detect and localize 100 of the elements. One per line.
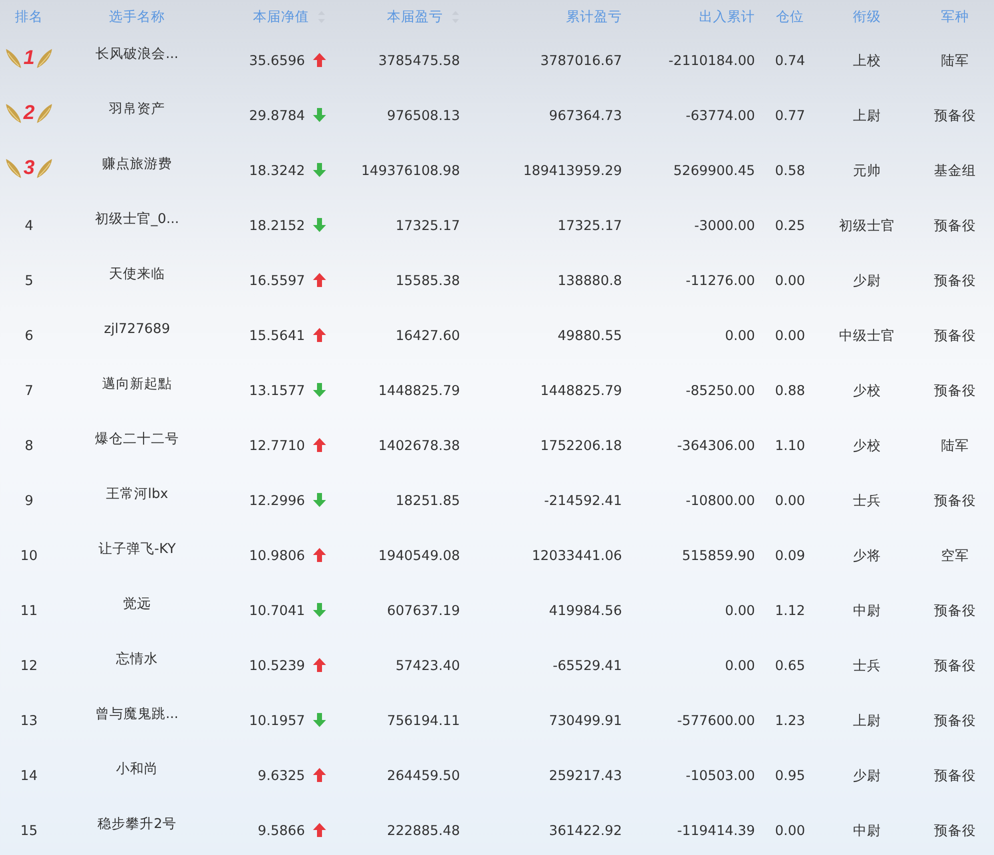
rank-number: 11 <box>20 603 38 620</box>
net-value-header[interactable]: 本届净值 <box>253 8 309 25</box>
position-value: 0.00 <box>774 328 806 344</box>
profit-value: 57423.40 <box>396 658 460 674</box>
rank-number: 2 <box>23 103 35 124</box>
net-value: 16.5597 <box>249 273 305 290</box>
player-name: 爆仓二十二号 <box>95 431 179 448</box>
position-value: 0.00 <box>774 823 806 840</box>
flow-value: 0.00 <box>724 603 755 620</box>
rank-title: 少尉 <box>853 273 881 290</box>
rank-number: 13 <box>20 713 38 730</box>
rank-title: 少校 <box>853 438 881 454</box>
total-profit-value: 419984.56 <box>548 603 622 620</box>
rank-number: 6 <box>24 328 34 344</box>
player-name: 初级士官_0... <box>94 211 180 228</box>
total-profit-value: 967364.73 <box>548 108 622 124</box>
position-value: 0.58 <box>774 163 806 180</box>
total-profit-value: 1752206.18 <box>540 438 622 454</box>
rank-title: 上尉 <box>853 713 881 730</box>
branch-name: 预备役 <box>934 383 976 400</box>
total-profit-header: 累计盈亏 <box>566 8 622 25</box>
flow-value: 0.00 <box>724 328 755 344</box>
total-profit-value: 49880.55 <box>558 328 622 344</box>
position-value: 0.00 <box>774 493 806 510</box>
rank-number: 4 <box>24 218 34 234</box>
rank-title: 上校 <box>853 53 881 70</box>
player-name: 曾与魔鬼跳... <box>96 706 178 722</box>
net-value: 13.1577 <box>249 383 305 400</box>
player-name: 觉远 <box>123 596 151 612</box>
position-value: 0.74 <box>774 53 806 70</box>
profit-value: 1940549.08 <box>378 548 460 564</box>
total-profit-value: 3787016.67 <box>540 53 622 70</box>
player-name: zjl727689 <box>104 321 170 338</box>
rank-number: 8 <box>24 438 34 454</box>
position-value: 0.09 <box>774 548 806 564</box>
profit-value: 1448825.79 <box>378 383 460 400</box>
profit-value: 976508.13 <box>386 108 460 124</box>
profit-value: 222885.48 <box>386 823 460 840</box>
laurel-wing-icon <box>6 102 22 124</box>
profit-header[interactable]: 本届盈亏 <box>387 8 443 25</box>
flow-value: 515859.90 <box>682 548 755 564</box>
rank-title: 中级士官 <box>839 328 895 344</box>
net-value: 18.2152 <box>249 218 305 234</box>
branch-name: 陆军 <box>941 438 969 454</box>
branch-name: 预备役 <box>934 713 976 730</box>
rank-title: 初级士官 <box>839 218 895 234</box>
branch-name: 预备役 <box>934 768 976 784</box>
branch-header: 军种 <box>941 8 969 25</box>
rank-number: 10 <box>20 548 38 564</box>
net-value: 9.6325 <box>258 768 305 784</box>
rank-number: 14 <box>20 768 38 784</box>
net-value: 10.7041 <box>249 603 305 620</box>
position-value: 1.10 <box>774 438 806 454</box>
laurel-wing-icon <box>6 157 22 180</box>
flow-value: -11276.00 <box>686 273 755 290</box>
title-header: 衔级 <box>853 8 881 25</box>
profit-value: 1402678.38 <box>378 438 460 454</box>
rank-number: 9 <box>24 493 34 510</box>
rank-title: 上尉 <box>853 108 881 124</box>
position-value: 0.65 <box>774 658 806 674</box>
branch-name: 空军 <box>941 548 969 564</box>
total-profit-value: 1448825.79 <box>540 383 622 400</box>
rank-header: 排名 <box>15 8 43 25</box>
rank-number: 12 <box>20 658 38 674</box>
net-value: 10.1957 <box>249 713 305 730</box>
flow-value: -2110184.00 <box>668 53 755 70</box>
position-value: 0.25 <box>774 218 806 234</box>
flow-value: 5269900.45 <box>673 163 755 180</box>
player-name: 忘情水 <box>116 651 158 668</box>
player-name: 赚点旅游费 <box>102 156 172 172</box>
net-value: 10.9806 <box>249 548 305 564</box>
net-value: 12.7710 <box>249 438 305 454</box>
rank-number: 15 <box>20 823 38 840</box>
flow-value: -119414.39 <box>677 823 755 840</box>
branch-name: 预备役 <box>934 218 976 234</box>
position-value: 0.88 <box>774 383 806 400</box>
rank-title: 中尉 <box>853 823 881 840</box>
player-name: 长风破浪会... <box>96 46 178 62</box>
rank-title: 士兵 <box>853 658 881 674</box>
profit-value: 3785475.58 <box>378 53 460 70</box>
rank-title: 少尉 <box>853 768 881 784</box>
profit-value: 16427.60 <box>396 328 460 344</box>
player-name: 稳步攀升2号 <box>98 816 176 832</box>
net-value: 35.6596 <box>249 53 305 70</box>
profit-value: 15585.38 <box>396 273 460 290</box>
total-profit-value: 138880.8 <box>558 273 622 290</box>
laurel-wing-icon <box>36 102 52 124</box>
net-value: 29.8784 <box>249 108 305 124</box>
player-name: 天使来临 <box>109 266 165 282</box>
name-header: 选手名称 <box>109 8 165 25</box>
rank-number: 7 <box>24 383 34 400</box>
total-profit-value: 259217.43 <box>548 768 622 784</box>
flow-value: -63774.00 <box>686 108 755 124</box>
net-value: 18.3242 <box>249 163 305 180</box>
total-profit-value: 189413959.29 <box>523 163 622 180</box>
player-name: 邁向新起點 <box>102 376 172 392</box>
branch-name: 陆军 <box>941 53 969 70</box>
profit-value: 264459.50 <box>386 768 460 784</box>
flow-value: -364306.00 <box>677 438 755 454</box>
branch-name: 预备役 <box>934 603 976 620</box>
